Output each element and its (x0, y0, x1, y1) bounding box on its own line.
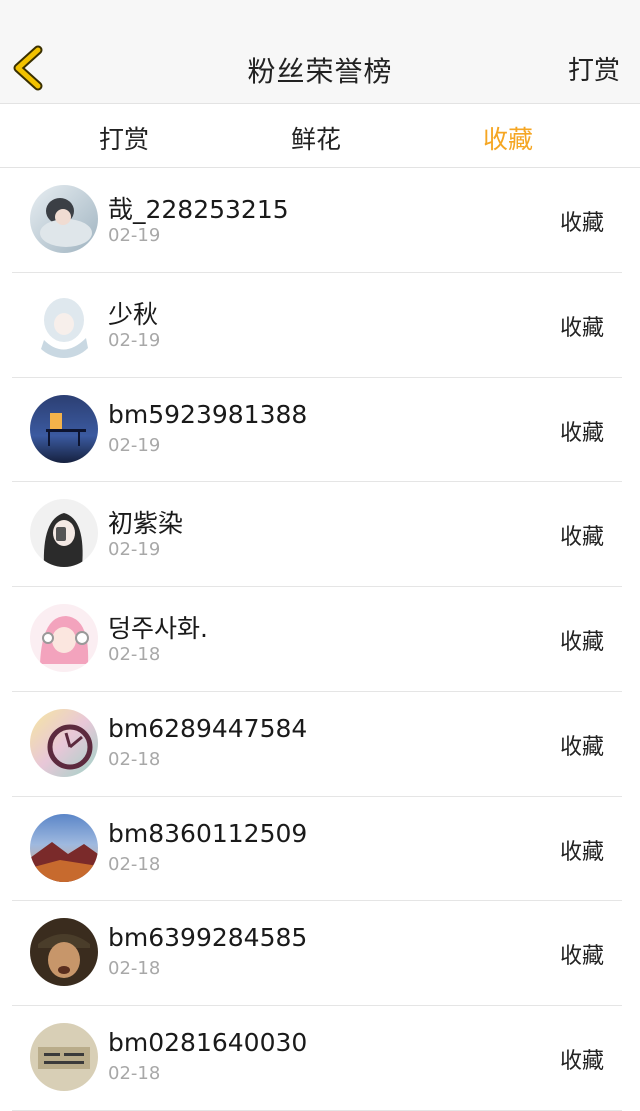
fan-action-type: 收藏 (559, 630, 604, 655)
fan-name: 덩주사화. (108, 614, 208, 643)
fan-action-type: 收藏 (559, 1049, 604, 1074)
list-item[interactable]: bm5923981388 02-19 收藏 (12, 378, 622, 483)
list-item[interactable]: bm6399284585 02-18 收藏 (12, 901, 622, 1006)
list-item[interactable]: 덩주사화. 02-18 收藏 (12, 587, 622, 692)
list-item[interactable]: bm0281640030 02-18 收藏 (12, 1006, 622, 1111)
fan-date: 02-18 (108, 748, 161, 770)
tab-reward[interactable]: 打赏 (64, 120, 184, 156)
nav-bar: 粉丝荣誉榜 打赏 (0, 0, 640, 104)
fan-date: 02-18 (108, 644, 161, 665)
fan-action-type: 收藏 (559, 734, 604, 760)
fan-date: 02-19 (108, 329, 161, 351)
list-item[interactable]: 初紫染 02-19 收藏 (12, 482, 622, 587)
avatar (30, 394, 98, 463)
fan-name: bm6399284585 (108, 923, 308, 953)
avatar (30, 918, 98, 987)
fan-date: 02-18 (108, 853, 161, 875)
fan-action-type: 收藏 (559, 211, 604, 236)
avatar (30, 499, 98, 568)
page-title: 粉丝荣誉榜 (247, 55, 393, 88)
fan-name: 少秋 (108, 299, 159, 329)
fan-name: 初紫染 (108, 509, 184, 539)
fan-action-type: 收藏 (559, 315, 604, 341)
fan-list: 哉_228253215 02-19 收藏 少秋 02-19 收藏 bm59239… (0, 168, 640, 1111)
list-item[interactable]: 哉_228253215 02-19 收藏 (12, 168, 622, 273)
avatar (30, 708, 98, 777)
fan-date: 02-18 (108, 1063, 161, 1084)
fan-action-type: 收藏 (559, 420, 604, 446)
list-item[interactable]: bm8360112509 02-18 收藏 (12, 797, 622, 902)
list-item[interactable]: bm6289447584 02-18 收藏 (12, 692, 622, 797)
avatar (30, 604, 98, 672)
fan-name: 哉_228253215 (108, 195, 289, 224)
fan-name: bm6289447584 (108, 713, 308, 743)
fan-date: 02-19 (108, 434, 161, 456)
avatar (30, 185, 98, 253)
avatar (30, 813, 98, 882)
reward-button[interactable]: 打赏 (568, 50, 620, 87)
fan-action-type: 收藏 (559, 839, 604, 865)
fan-name: bm0281640030 (108, 1028, 308, 1057)
tab-flowers[interactable]: 鲜花 (256, 120, 376, 156)
list-item[interactable]: 少秋 02-19 收藏 (12, 273, 622, 378)
fan-action-type: 收藏 (559, 944, 604, 970)
fan-name: bm5923981388 (108, 399, 308, 429)
tab-favorites[interactable]: 收藏 (448, 120, 568, 156)
fan-date: 02-18 (108, 958, 161, 980)
fan-name: bm8360112509 (108, 818, 308, 848)
fan-date: 02-19 (108, 539, 161, 561)
tab-bar: 打赏 鲜花 收藏 (0, 104, 640, 168)
avatar (30, 1023, 98, 1091)
fan-action-type: 收藏 (559, 525, 604, 551)
fan-date: 02-19 (108, 225, 161, 246)
avatar (30, 289, 98, 358)
